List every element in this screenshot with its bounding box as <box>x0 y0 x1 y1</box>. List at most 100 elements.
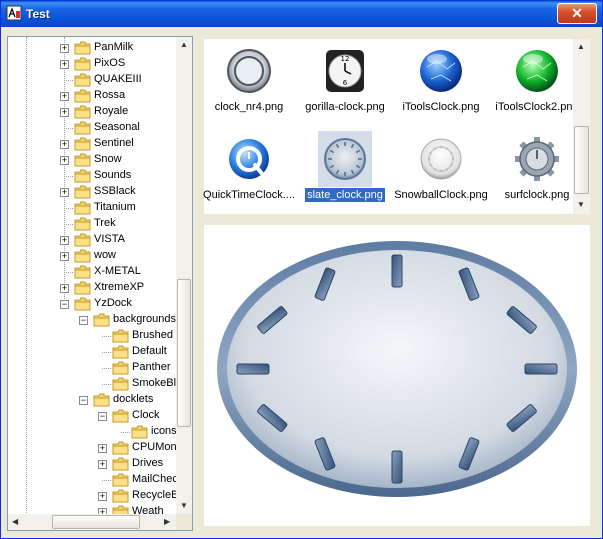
folder-tree[interactable]: + PanMilk + PixOS QUAKEIII + Rossa + Royale Seaso… <box>7 36 193 531</box>
expand-icon[interactable]: + <box>60 284 69 293</box>
slate-clock-preview-icon <box>217 241 577 497</box>
folder-icon <box>74 233 91 247</box>
file-icon-item[interactable]: surfclock.png <box>489 131 585 217</box>
expand-icon[interactable]: + <box>60 44 69 53</box>
scroll-down-arrow-icon[interactable]: ▼ <box>180 502 188 510</box>
tree-item[interactable]: + CPUMonit <box>8 440 182 456</box>
folder-icon <box>74 249 91 263</box>
collapse-icon[interactable]: − <box>79 396 88 405</box>
tree-item[interactable]: − YzDock <box>8 296 176 312</box>
file-icon-item[interactable]: QuickTimeClock.... <box>201 131 297 217</box>
title-bar[interactable]: Test ✕ <box>1 1 602 27</box>
file-icon-item[interactable]: SnowballClock.png <box>393 131 489 217</box>
snowball-clock-icon <box>420 138 462 180</box>
green-globe-clock-icon <box>516 50 558 92</box>
tree-item[interactable]: + Drives <box>8 456 176 472</box>
icon-scroll-down-arrow-icon[interactable]: ▼ <box>577 201 585 209</box>
tree-item[interactable]: Default <box>8 344 176 360</box>
collapse-icon[interactable]: − <box>79 316 88 325</box>
file-icon-item[interactable]: clock_nr4.png <box>201 43 297 129</box>
tree-item[interactable]: + VISTA <box>8 232 176 248</box>
tree-guide-line <box>64 208 73 209</box>
file-icon-item[interactable]: slate_clock.png <box>297 131 393 217</box>
folder-icon <box>112 377 129 391</box>
tree-item[interactable]: SmokeBlu <box>8 376 182 392</box>
tree-item[interactable]: Titanium <box>8 200 176 216</box>
expand-icon[interactable]: + <box>98 492 107 501</box>
tree-item[interactable]: − Clock <box>8 408 176 424</box>
tree-item[interactable]: + Rossa <box>8 88 176 104</box>
tree-item[interactable]: QUAKEIII <box>8 72 176 88</box>
tree-item[interactable]: + Sentinel <box>8 136 176 152</box>
window-title: Test <box>26 7 50 21</box>
tree-vertical-scrollbar[interactable]: ▲ ▼ <box>176 37 192 514</box>
expand-icon[interactable]: + <box>60 236 69 245</box>
tree-item[interactable]: + SSBlack <box>8 184 176 200</box>
folder-icon <box>74 297 91 311</box>
file-icon-item[interactable]: iToolsClock2.png <box>489 43 585 129</box>
hour-marker <box>391 450 403 484</box>
file-icon-item[interactable]: 12 6 gorilla-clock.png <box>297 43 393 129</box>
tree-horizontal-scrollbar[interactable]: ◀ ▶ <box>8 514 176 530</box>
tree-item[interactable]: X-METAL <box>8 264 176 280</box>
tree-item[interactable]: − backgrounds <box>8 312 176 328</box>
tree-item[interactable]: Sounds <box>8 168 176 184</box>
tree-item[interactable]: Trek <box>8 216 176 232</box>
expand-icon[interactable]: + <box>60 108 69 117</box>
blue-globe-clock-icon <box>420 50 462 92</box>
file-label: slate_clock.png <box>297 188 393 202</box>
tree-item[interactable]: + Snow <box>8 152 176 168</box>
tree-horizontal-scroll-thumb[interactable] <box>52 515 140 529</box>
tree-guide-line <box>102 336 111 337</box>
folder-icon <box>74 217 91 231</box>
scroll-left-arrow-icon[interactable]: ◀ <box>12 518 18 526</box>
tree-item[interactable]: + PanMilk <box>8 40 176 56</box>
expand-icon[interactable]: + <box>60 188 69 197</box>
tree-guide-line <box>64 224 73 225</box>
tree-item[interactable]: + RecycleB <box>8 488 178 504</box>
slate-clock-icon <box>324 138 366 180</box>
tree-item[interactable]: + XtremeXP <box>8 280 176 296</box>
icon-list[interactable]: clock_nr4.png 12 6 gorilla-clock.png iToolsC… <box>201 39 590 217</box>
folder-icon <box>112 409 129 423</box>
folder-icon <box>112 329 129 343</box>
expand-icon[interactable]: + <box>98 460 107 469</box>
file-icon-item[interactable]: iToolsClock.png <box>393 43 489 129</box>
folder-icon <box>74 169 91 183</box>
scroll-right-arrow-icon[interactable]: ▶ <box>164 518 170 526</box>
folder-icon <box>74 201 91 215</box>
expand-icon[interactable]: + <box>60 252 69 261</box>
tree-item-label: Drives <box>132 457 164 469</box>
tree-item[interactable]: + PixOS <box>8 56 176 72</box>
file-name-label: iToolsClock2.png <box>495 101 579 113</box>
tree-guide-line <box>102 480 111 481</box>
file-name-label: QuickTimeClock.... <box>203 189 295 201</box>
expand-icon[interactable]: + <box>60 60 69 69</box>
tree-guide-line <box>64 80 73 81</box>
tree-item[interactable]: MailCheck <box>8 472 183 488</box>
expand-icon[interactable]: + <box>60 156 69 165</box>
tree-item[interactable]: icons <box>8 424 177 440</box>
tree-item-label: QUAKEIII <box>94 73 142 85</box>
file-label: gorilla-clock.png <box>297 101 393 113</box>
expand-icon[interactable]: + <box>98 444 107 453</box>
icon-scroll-up-arrow-icon[interactable]: ▲ <box>577 43 585 51</box>
icon-list-scrollbar[interactable]: ▲ ▼ <box>573 39 590 214</box>
tree-item[interactable]: Brushed M <box>8 328 185 344</box>
icon-list-scroll-thumb[interactable] <box>574 126 589 194</box>
close-button[interactable]: ✕ <box>557 3 597 24</box>
collapse-icon[interactable]: − <box>60 300 69 309</box>
expand-icon[interactable]: + <box>60 92 69 101</box>
tree-item[interactable]: Panther <box>8 360 176 376</box>
tree-item[interactable]: + Royale <box>8 104 176 120</box>
tree-item-label: Seasonal <box>94 121 140 133</box>
tree-item[interactable]: + wow <box>8 248 176 264</box>
expand-icon[interactable]: + <box>60 140 69 149</box>
tree-vertical-scroll-thumb[interactable] <box>177 279 191 427</box>
folder-icon <box>112 489 129 503</box>
collapse-icon[interactable]: − <box>98 412 107 421</box>
tree-item[interactable]: − docklets <box>8 392 176 408</box>
scroll-up-arrow-icon[interactable]: ▲ <box>180 41 188 49</box>
tree-item[interactable]: Seasonal <box>8 120 176 136</box>
svg-text:12: 12 <box>341 55 350 63</box>
